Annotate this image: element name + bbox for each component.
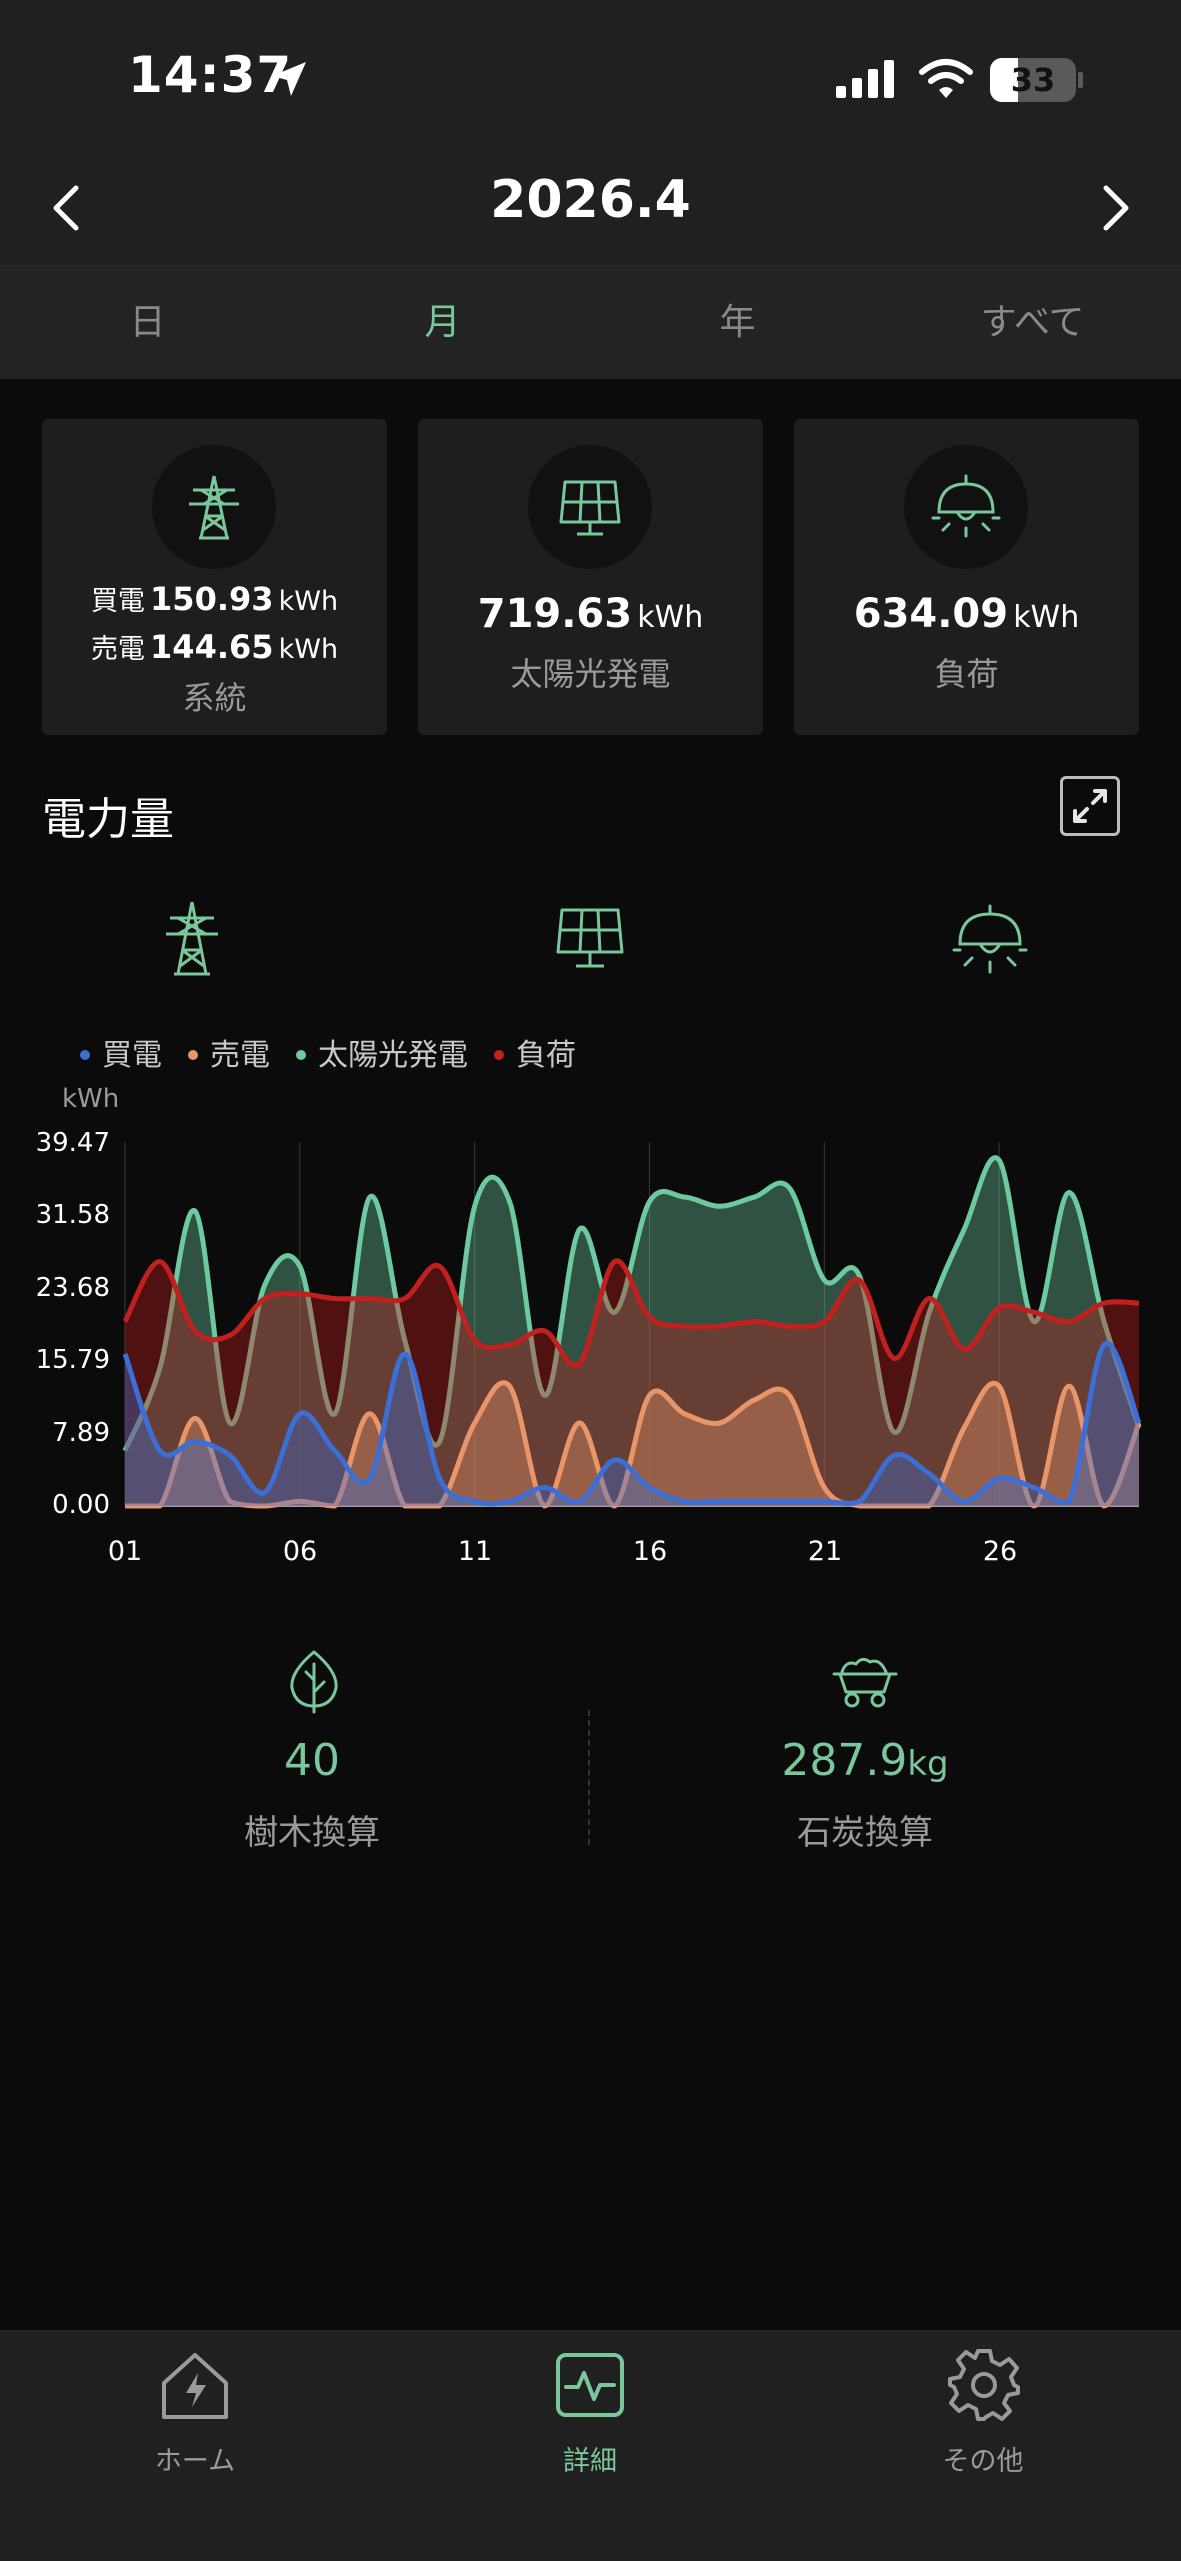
load-caption: 負荷: [934, 655, 999, 693]
buy-unit: kWh: [278, 586, 339, 617]
grid-filter-icon[interactable]: [160, 900, 224, 976]
x-tick-label: 11: [457, 1536, 493, 1567]
coal-unit: kg: [907, 1744, 949, 1784]
solar-unit: kWh: [637, 600, 704, 635]
load-value: 634.09: [853, 591, 1009, 637]
tab-all[interactable]: すべて: [885, 266, 1180, 379]
tree-caption: 樹木換算: [244, 1813, 380, 1853]
transmission-tower-icon: [189, 475, 239, 540]
legend-item-solar[interactable]: 太陽光発電: [296, 1030, 468, 1074]
nav-home-label: ホーム: [154, 2446, 236, 2477]
solar-panel-icon: [559, 480, 621, 536]
tab-year[interactable]: 年: [590, 266, 885, 379]
x-tick-label: 21: [807, 1536, 843, 1567]
coal-value: 287.9: [781, 1735, 908, 1786]
legend-item-buy[interactable]: 買電: [80, 1030, 162, 1074]
tab-month[interactable]: 月: [295, 266, 590, 379]
solar-card: 719.63 kWh 太陽光発電: [418, 419, 763, 735]
buy-value: 150.93: [150, 580, 274, 618]
tree-value: 40: [284, 1735, 340, 1786]
sell-unit: kWh: [278, 634, 339, 665]
load-card: 634.09 kWh 負荷: [794, 419, 1139, 735]
x-tick-label: 01: [107, 1536, 143, 1567]
nav-other-label: その他: [942, 2446, 1024, 2477]
chart-legend: 買電 売電 太陽光発電 負荷: [80, 1030, 576, 1074]
buy-label: 買電: [90, 586, 145, 617]
battery-icon: 33: [990, 58, 1076, 102]
sell-value: 144.65: [150, 628, 274, 666]
location-arrow-icon: [272, 62, 306, 96]
next-month-button[interactable]: [1084, 178, 1144, 238]
coal-caption: 石炭換算: [797, 1813, 933, 1853]
load-unit: kWh: [1013, 600, 1080, 635]
battery-cap: [1078, 72, 1083, 88]
home-bolt-icon: [162, 2353, 228, 2419]
gear-icon: [948, 2349, 1020, 2421]
grid-caption: 系統: [182, 679, 247, 717]
nav-details-label: 詳細: [563, 2446, 617, 2477]
activity-chart-icon: [556, 2353, 624, 2417]
battery-level: 33: [1010, 61, 1056, 99]
expand-icon: [1073, 789, 1107, 823]
eco-divider: [588, 1710, 590, 1845]
wifi-icon: [919, 59, 973, 98]
solar-caption: 太陽光発電: [510, 655, 671, 693]
sell-label: 売電: [90, 634, 145, 665]
load-filter-icon[interactable]: [952, 902, 1028, 978]
energy-chart[interactable]: [0, 1120, 1181, 1520]
period-tabs: 日 月 年 すべて: [0, 265, 1181, 379]
leaf-icon: [290, 1650, 338, 1714]
period-title: 2026.4: [490, 170, 691, 230]
solar-value: 719.63: [477, 591, 633, 637]
top-bar: 14:37 33 2026.4: [0, 0, 1181, 265]
bottom-nav: ホーム 詳細 その他: [0, 2330, 1181, 2561]
ceiling-lamp-icon: [931, 474, 1001, 538]
legend-item-sell[interactable]: 売電: [188, 1030, 270, 1074]
expand-chart-button[interactable]: [1060, 776, 1120, 836]
solar-filter-icon[interactable]: [554, 906, 626, 972]
x-tick-label: 26: [982, 1536, 1018, 1567]
y-axis-unit: kWh: [62, 1084, 120, 1114]
x-tick-label: 16: [632, 1536, 668, 1567]
cellular-signal-icon: [836, 60, 894, 98]
x-tick-label: 06: [282, 1536, 318, 1567]
section-title: 電力量: [42, 794, 174, 845]
legend-item-load[interactable]: 負荷: [494, 1030, 576, 1074]
coal-cart-icon: [832, 1657, 898, 1708]
grid-card: 買電 150.93 kWh 売電 144.65 kWh 系統: [42, 419, 387, 735]
tab-day[interactable]: 日: [0, 266, 295, 379]
